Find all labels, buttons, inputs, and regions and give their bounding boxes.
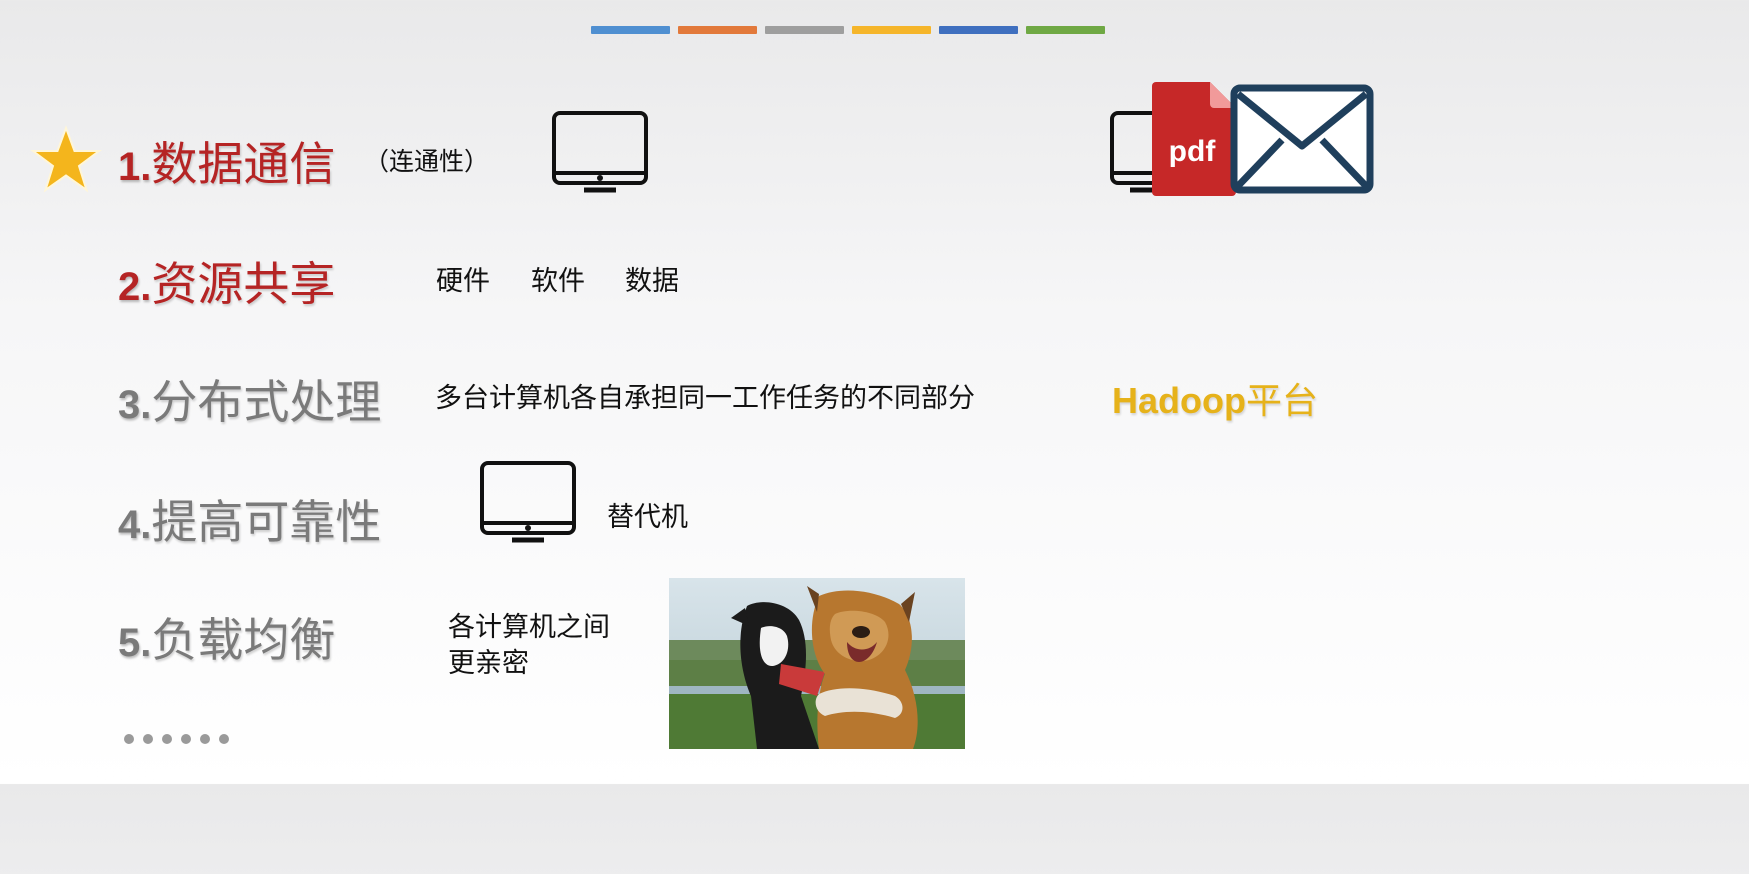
item-title: 分布式处理 (151, 375, 382, 429)
item-number: 5. (118, 621, 152, 665)
item-1: 1. 数据通信 (118, 128, 335, 194)
item-2: 2. 资源共享 (118, 248, 335, 314)
dogs-photo (669, 578, 965, 749)
color-bar (765, 26, 844, 34)
ellipsis-dot (162, 734, 172, 744)
monitor-icon (552, 111, 648, 193)
item-title: 数据通信 (151, 137, 336, 191)
item-number: 3. (118, 383, 152, 427)
item-note: （连通性） (364, 147, 490, 176)
pdf-label: pdf (1169, 135, 1217, 168)
item-number: 1. (118, 145, 152, 189)
envelope-icon (1230, 84, 1374, 194)
color-bar (1026, 26, 1105, 34)
color-bar (852, 26, 931, 34)
item-title: 提高可靠性 (151, 495, 382, 549)
item-number: 2. (118, 265, 152, 309)
color-bar (591, 26, 670, 34)
item-description-line-1: 各计算机之间 (448, 612, 610, 643)
item-description: 替代机 (607, 502, 688, 533)
item-description-line-2: 更亲密 (448, 648, 529, 679)
color-bar (939, 26, 1018, 34)
ellipsis-dot (143, 734, 153, 744)
ellipsis-dot (124, 734, 134, 744)
pdf-file-icon: pdf (1152, 82, 1236, 196)
monitor-icon (480, 461, 576, 543)
color-bar (678, 26, 757, 34)
resource-hardware: 硬件 (436, 266, 490, 297)
item-title: 资源共享 (151, 257, 336, 311)
item-number: 4. (118, 503, 152, 547)
color-bar-strip (591, 26, 1105, 34)
item-5: 5. 负载均衡 (118, 604, 335, 670)
item-title: 负载均衡 (151, 613, 336, 667)
ellipsis-dot (219, 734, 229, 744)
hadoop-latin: Hadoop (1112, 380, 1246, 421)
item-4: 4. 提高可靠性 (118, 486, 381, 552)
resource-software: 软件 (531, 266, 585, 297)
hadoop-cn: 平台 (1245, 381, 1318, 422)
item-description: 多台计算机各自承担同一工作任务的不同部分 (435, 383, 975, 414)
resource-data: 数据 (625, 266, 679, 297)
ellipsis-dot (200, 734, 210, 744)
item-3: 3. 分布式处理 (118, 366, 381, 432)
hadoop-platform-label: Hadoop平台 (1112, 372, 1318, 424)
ellipsis (124, 734, 229, 744)
star-icon (30, 125, 102, 193)
ellipsis-dot (181, 734, 191, 744)
